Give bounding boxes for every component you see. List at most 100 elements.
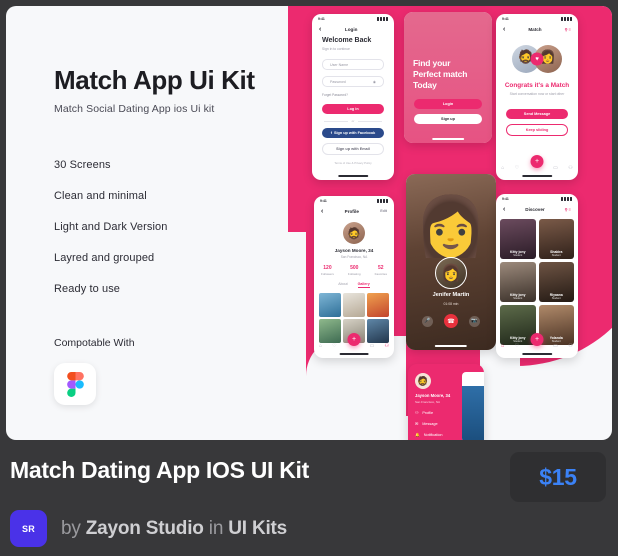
stat-followers: 120 Followers [321, 265, 334, 276]
byline: by Zayon Studio in UI Kits [61, 518, 287, 540]
tab-likes-icon[interactable]: ♡ [515, 165, 519, 171]
product-listing-page: Match App Ui Kit Match Social Dating App… [0, 0, 618, 556]
discover-card[interactable]: Shakira Student [538, 219, 574, 259]
facebook-signup-button[interactable]: f Sign up with Facebook [322, 128, 384, 138]
tab-likes-icon[interactable]: ♡ [515, 343, 519, 349]
product-preview-card[interactable]: Match App Ui Kit Match Social Dating App… [6, 6, 612, 440]
phone-mockup-match[interactable]: 9:41 ‹ Match ⚲ ≡ 🧔 👩 ♥ Congrats it's a M… [496, 14, 578, 180]
gallery-photo[interactable] [319, 293, 341, 317]
onboarding-headline: Find your Perfect match Today [413, 58, 468, 90]
login-submit-button[interactable]: Log in [322, 104, 384, 114]
tab-profile-icon[interactable]: ⚇ [568, 165, 572, 171]
divider-label: or [351, 119, 355, 123]
heart-icon: ♥ [530, 52, 544, 66]
tab-home-icon[interactable]: ⌂ [501, 165, 504, 171]
home-indicator [432, 138, 464, 140]
end-call-icon[interactable]: ☎ [444, 314, 458, 328]
call-duration: 01:08 min [443, 302, 459, 307]
gallery-photo[interactable] [367, 293, 389, 317]
terms-link[interactable]: Terms of Use & Privacy Policy [312, 161, 394, 165]
figma-logo-tile [54, 362, 96, 405]
add-fab-button[interactable]: + [530, 155, 544, 168]
tab-profile-icon[interactable]: ⚇ [568, 343, 572, 349]
phone-mockup-login[interactable]: 9:41 ‹ Login Welcome Back Sign in to con… [312, 14, 394, 180]
stat-label: Following [347, 272, 361, 276]
password-input[interactable]: Password ◉ [322, 76, 384, 87]
tab-gallery[interactable]: Gallery [357, 282, 370, 288]
eye-icon[interactable]: ◉ [373, 80, 376, 84]
by-label: by [61, 517, 81, 539]
tab-chat-icon[interactable]: ▭ [553, 165, 558, 171]
kit-title: Match App Ui Kit [54, 65, 255, 95]
onboarding-login-button[interactable]: Login [414, 99, 482, 109]
add-fab-button[interactable]: + [347, 333, 361, 346]
email-signup-button[interactable]: Sign up with Email [322, 143, 384, 155]
nav-bar: ‹ Profile Edit [314, 205, 394, 217]
message-icon: ✉ [415, 422, 419, 426]
nav-title: Discover [525, 206, 545, 212]
discover-card[interactable]: Kitty jony Student [500, 262, 536, 302]
add-fab-button[interactable]: + [530, 333, 544, 346]
drawer-screen-peek[interactable] [462, 372, 484, 440]
tab-likes-icon[interactable]: ♡ [332, 343, 336, 349]
product-title: Match Dating App IOS UI Kit [10, 457, 309, 483]
phone-mockup-onboarding[interactable]: Find your Perfect match Today Login Sign… [404, 12, 492, 143]
home-indicator [339, 353, 369, 355]
category-link[interactable]: UI Kits [228, 518, 287, 539]
discover-card[interactable]: Yolanda Student [538, 305, 574, 345]
author-name-link[interactable]: Zayon Studio [86, 518, 204, 539]
password-placeholder: Password [330, 79, 346, 84]
phone-mockup-video-call[interactable]: 👩 👩 Jenifer Martin 01:08 min 🎤 ☎ 📷 [406, 174, 496, 350]
forgot-password-link[interactable]: Forget Password? [322, 93, 384, 97]
tab-profile-icon[interactable]: ⚇ [384, 343, 388, 349]
onboarding-signup-button[interactable]: Sign up [414, 114, 482, 124]
nav-bar: ‹ Match ⚲ ≡ [496, 23, 578, 35]
discover-card[interactable]: Riyaana Student [538, 262, 574, 302]
person-icon: ⚇ [415, 411, 419, 415]
edit-profile-button[interactable]: Edit [380, 209, 387, 213]
self-view-thumbnail[interactable]: 👩 [435, 256, 467, 289]
author-row: SR by Zayon Studio in UI Kits [10, 510, 287, 547]
tab-home-icon[interactable]: ⌂ [319, 343, 322, 349]
mute-icon[interactable]: 🎤 [422, 315, 433, 327]
tab-home-icon[interactable]: ⌂ [501, 343, 504, 349]
phone-mockup-discover[interactable]: 9:41 ‹ Discover ⚲ ≡ Kitty jony Student S… [496, 194, 578, 358]
home-indicator [522, 175, 552, 177]
discover-card[interactable]: Kitty jony Student [500, 219, 536, 259]
drawer-item-label: Message [422, 421, 438, 426]
send-message-button[interactable]: Send Message [506, 109, 568, 119]
keep-sliding-button[interactable]: Keep sliding [506, 124, 568, 136]
profile-stats: 120 Followers 500 Following 52 Favorites [314, 265, 394, 276]
author-avatar[interactable]: SR [10, 510, 47, 547]
in-label: in [208, 517, 224, 539]
home-indicator [522, 353, 552, 355]
tab-chat-icon[interactable]: ▭ [370, 343, 375, 349]
camera-icon[interactable]: 📷 [469, 315, 480, 327]
drawer-avatar: 🧔 [415, 373, 431, 389]
filter-icon[interactable]: ⚲ ≡ [565, 27, 571, 32]
call-controls[interactable]: 🎤 ☎ 📷 [406, 314, 496, 328]
phone-mockup-profile[interactable]: 9:41 ‹ Profile Edit 🧔 Jayson Moore, 34 S… [314, 196, 394, 358]
status-icons [561, 16, 572, 21]
login-heading: Welcome Back [322, 37, 372, 44]
price-badge[interactable]: $15 [510, 452, 606, 502]
gallery-photo[interactable] [343, 293, 365, 317]
facebook-signup-label: Sign up with Facebook [333, 131, 376, 135]
tab-about[interactable]: About [338, 282, 347, 288]
nav-title: Profile [344, 208, 359, 214]
tab-chat-icon[interactable]: ▭ [553, 343, 558, 349]
kit-feature: Ready to use [54, 282, 121, 295]
profile-location: San Francisco, NA [340, 255, 368, 259]
discover-grid[interactable]: Kitty jony Student Shakira Student Kitty… [496, 215, 578, 349]
username-input[interactable]: User Name [322, 59, 384, 70]
stat-label: Favorites [374, 272, 387, 276]
figma-icon [67, 371, 84, 397]
phone-mockup-side-drawer[interactable]: 🧔 Jayson Moore, 34 San Francisco, NA ⚇ P… [408, 364, 484, 440]
discover-card-sub: Student [513, 297, 523, 300]
drawer-item-label: Profile [422, 410, 434, 415]
drawer-item-label: Notification [423, 432, 443, 437]
kit-feature: Clean and minimal [54, 189, 147, 202]
status-bar: 9:41 [496, 14, 578, 23]
filter-icon[interactable]: ⚲ ≡ [565, 207, 571, 212]
match-subheading: Start conversation now or start other [509, 92, 565, 96]
